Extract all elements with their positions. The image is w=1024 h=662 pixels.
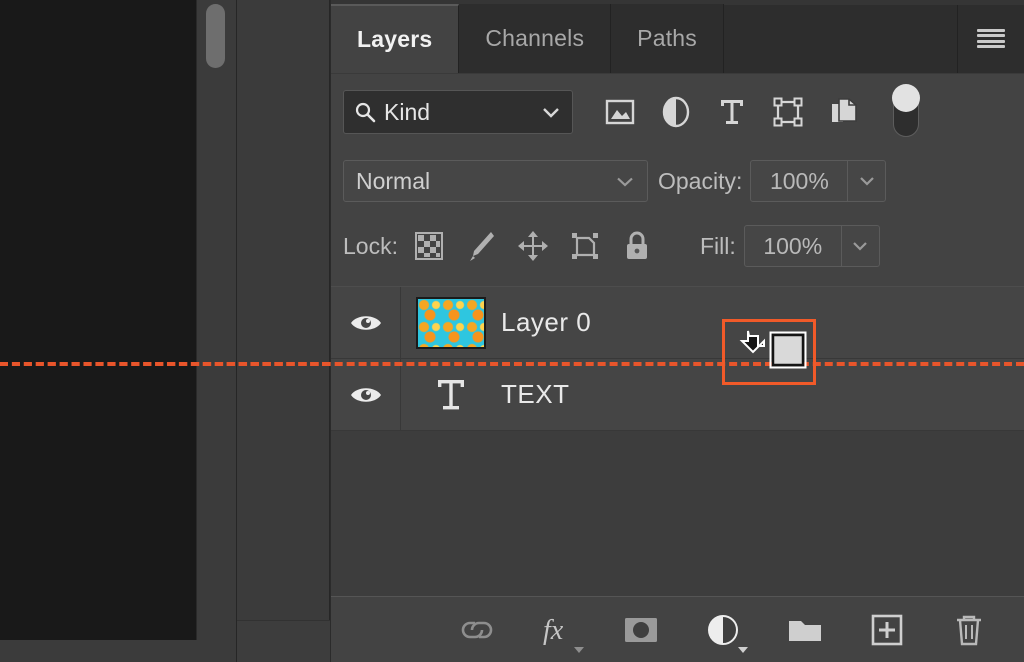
search-icon xyxy=(354,101,376,123)
fill-label: Fill: xyxy=(699,232,736,259)
scrollbar-corner xyxy=(196,640,236,662)
tab-paths-label: Paths xyxy=(637,25,697,51)
layers-panel: Layers Channels Paths Kind Normal Opacit… xyxy=(330,0,1024,662)
lock-position-icon[interactable] xyxy=(516,229,550,263)
chevron-down-icon xyxy=(573,646,585,654)
table-row[interactable]: TEXT xyxy=(331,359,1024,431)
tab-layers[interactable]: Layers xyxy=(331,4,460,73)
fill-slider-caret-icon[interactable] xyxy=(840,226,879,266)
horizontal-scrollbar[interactable] xyxy=(0,640,196,662)
filter-shape-layers-icon[interactable] xyxy=(771,95,805,129)
vertical-scrollbar-track[interactable] xyxy=(196,0,236,640)
photoshop-layers-screen: Layers Channels Paths Kind Normal Opacit… xyxy=(0,0,1024,662)
opacity-field[interactable]: 100% xyxy=(750,160,887,202)
layer-filter-row: Kind xyxy=(331,74,1024,150)
tab-bar-filler xyxy=(723,4,958,73)
new-adjustment-layer-button[interactable] xyxy=(703,610,748,653)
filter-smart-object-icon[interactable] xyxy=(827,95,861,129)
lock-row: Lock: Fill: 100% xyxy=(331,212,1024,280)
filter-kind-dropdown[interactable]: Kind xyxy=(343,90,573,134)
layer-name[interactable]: Layer 0 xyxy=(501,307,591,338)
panel-menu-button[interactable] xyxy=(958,4,1024,73)
layer-name[interactable]: TEXT xyxy=(501,379,569,410)
opacity-label: Opacity: xyxy=(658,167,743,194)
filter-type-icons xyxy=(603,84,920,137)
blend-mode-value: Normal xyxy=(356,167,431,194)
lock-artboard-nesting-icon[interactable] xyxy=(568,229,602,263)
filter-enable-toggle[interactable] xyxy=(892,84,920,137)
delete-layer-button[interactable] xyxy=(949,610,989,650)
tab-paths[interactable]: Paths xyxy=(611,4,724,73)
new-layer-button[interactable] xyxy=(867,610,907,650)
layer-visibility-toggle[interactable] xyxy=(331,359,401,430)
layer-style-fx-button[interactable]: fx xyxy=(539,610,584,653)
adjacent-panel-footer xyxy=(237,620,331,662)
layer-visibility-toggle[interactable] xyxy=(331,287,401,358)
filter-pixel-layers-icon[interactable] xyxy=(603,95,637,129)
filter-type-layers-icon[interactable] xyxy=(715,95,749,129)
tab-layers-label: Layers xyxy=(357,26,433,52)
blend-mode-dropdown[interactable]: Normal xyxy=(343,160,648,202)
tab-channels[interactable]: Channels xyxy=(459,4,612,73)
type-layer-T-icon xyxy=(438,379,464,409)
layer-thumbnail-cell[interactable] xyxy=(401,296,501,349)
vertical-scrollbar-thumb[interactable] xyxy=(206,4,225,68)
eye-icon xyxy=(350,387,381,402)
tab-channels-label: Channels xyxy=(485,25,585,51)
layers-panel-toolbar: fx xyxy=(331,596,1024,662)
document-canvas-area xyxy=(0,0,196,640)
hamburger-menu-icon xyxy=(977,28,1005,49)
chevron-down-icon xyxy=(737,646,749,654)
eye-icon xyxy=(350,315,381,330)
blend-mode-row: Normal Opacity: 100% xyxy=(331,150,1024,212)
chevron-down-icon xyxy=(540,105,562,119)
new-group-button[interactable] xyxy=(785,610,825,650)
layer-list: Layer 0 TEXT xyxy=(331,286,1024,597)
adjacent-panel-strip xyxy=(236,0,331,662)
table-row[interactable]: Layer 0 xyxy=(331,287,1024,359)
chevron-down-icon xyxy=(615,175,635,188)
opacity-slider-caret-icon[interactable] xyxy=(847,161,885,201)
layer-list-empty-area xyxy=(331,431,1024,597)
lock-icon-group xyxy=(412,229,654,263)
opacity-value: 100% xyxy=(769,167,829,194)
create-clipping-mask-cursor-icon xyxy=(735,330,807,374)
add-layer-mask-button[interactable] xyxy=(621,610,661,650)
filter-adjustment-layers-icon[interactable] xyxy=(659,95,693,129)
lock-image-pixels-icon[interactable] xyxy=(464,229,498,263)
lock-label: Lock: xyxy=(343,232,398,259)
layer-thumbnail xyxy=(416,296,486,349)
toggle-knob xyxy=(892,84,920,112)
svg-text:fx: fx xyxy=(543,615,564,646)
fill-field[interactable]: 100% xyxy=(743,225,880,267)
clipping-drop-indicator-line-left xyxy=(0,362,330,366)
fill-value: 100% xyxy=(763,232,823,259)
link-layers-button[interactable] xyxy=(457,610,497,650)
lock-transparent-pixels-icon[interactable] xyxy=(412,229,446,263)
lock-all-icon[interactable] xyxy=(620,229,654,263)
panel-tab-bar: Layers Channels Paths xyxy=(331,0,1024,74)
filter-kind-value: Kind xyxy=(384,98,431,125)
layer-thumbnail-cell[interactable] xyxy=(401,375,501,415)
